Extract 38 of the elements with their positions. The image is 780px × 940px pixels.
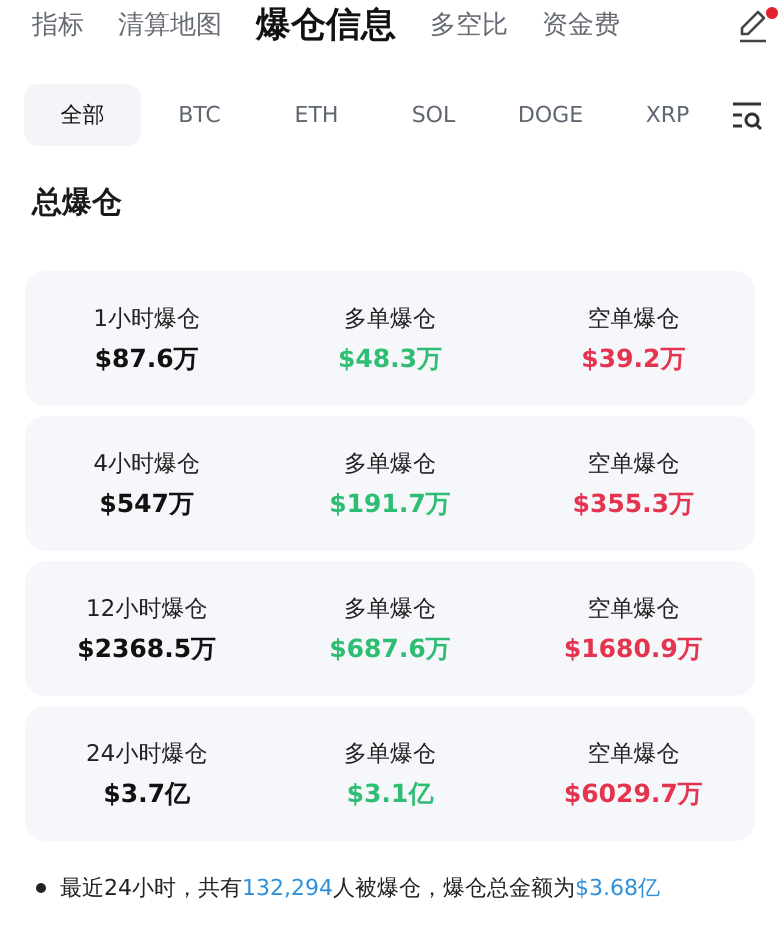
bullet-icon <box>36 883 46 893</box>
stat-value: $2368.5万 <box>77 632 216 664</box>
coin-filter[interactable]: 全部 <box>24 84 141 146</box>
stat-label: 12小时爆仓 <box>86 594 208 624</box>
stat-value: $6029.7万 <box>564 778 703 810</box>
stat-value: $355.3万 <box>572 488 694 520</box>
stat-label: 4小时爆仓 <box>93 450 200 478</box>
coin-filter[interactable]: ETH <box>258 84 375 146</box>
stat-value: $547万 <box>99 488 194 520</box>
nav-tab[interactable]: 爆仓信息 <box>256 0 396 48</box>
coin-filter[interactable]: DOGE <box>492 84 609 146</box>
nav-tab[interactable]: 清算地图 <box>118 6 222 42</box>
stat-label: 1小时爆仓 <box>93 304 200 334</box>
stat-label: 24小时爆仓 <box>86 740 208 768</box>
stat-value: $3.1亿 <box>346 778 434 810</box>
stat-label: 多单爆仓 <box>344 594 436 624</box>
summary-text: 最近24小时，共有132,294人被爆仓，爆仓总金额为$3.68亿 <box>60 875 660 903</box>
stat-value: $191.7万 <box>329 488 451 520</box>
nav-tab[interactable]: 资金费 <box>542 6 620 42</box>
stat-label: 空单爆仓 <box>587 304 680 334</box>
stat-value: $39.2万 <box>581 342 686 374</box>
section-title: 总爆仓 <box>32 184 123 222</box>
stat-value: $87.6万 <box>94 342 199 374</box>
nav-tab[interactable]: 指标 <box>32 6 84 42</box>
coin-filter[interactable]: BTC <box>141 84 258 146</box>
coin-filter[interactable]: XRP <box>609 84 726 146</box>
stat-label: 多单爆仓 <box>344 304 436 334</box>
stat-label: 空单爆仓 <box>587 740 680 768</box>
stat-value: $1680.9万 <box>564 632 703 664</box>
stat-label: 多单爆仓 <box>344 450 436 478</box>
nav-tab[interactable]: 多空比 <box>430 6 508 42</box>
coin-filter[interactable]: SOL <box>375 84 492 146</box>
stat-label: 空单爆仓 <box>587 594 680 624</box>
stat-label: 多单爆仓 <box>344 740 436 768</box>
stat-value: $3.7亿 <box>103 778 190 810</box>
stat-value: $48.3万 <box>338 342 442 374</box>
stat-value: $687.6万 <box>329 632 451 664</box>
stat-label: 空单爆仓 <box>587 450 680 478</box>
